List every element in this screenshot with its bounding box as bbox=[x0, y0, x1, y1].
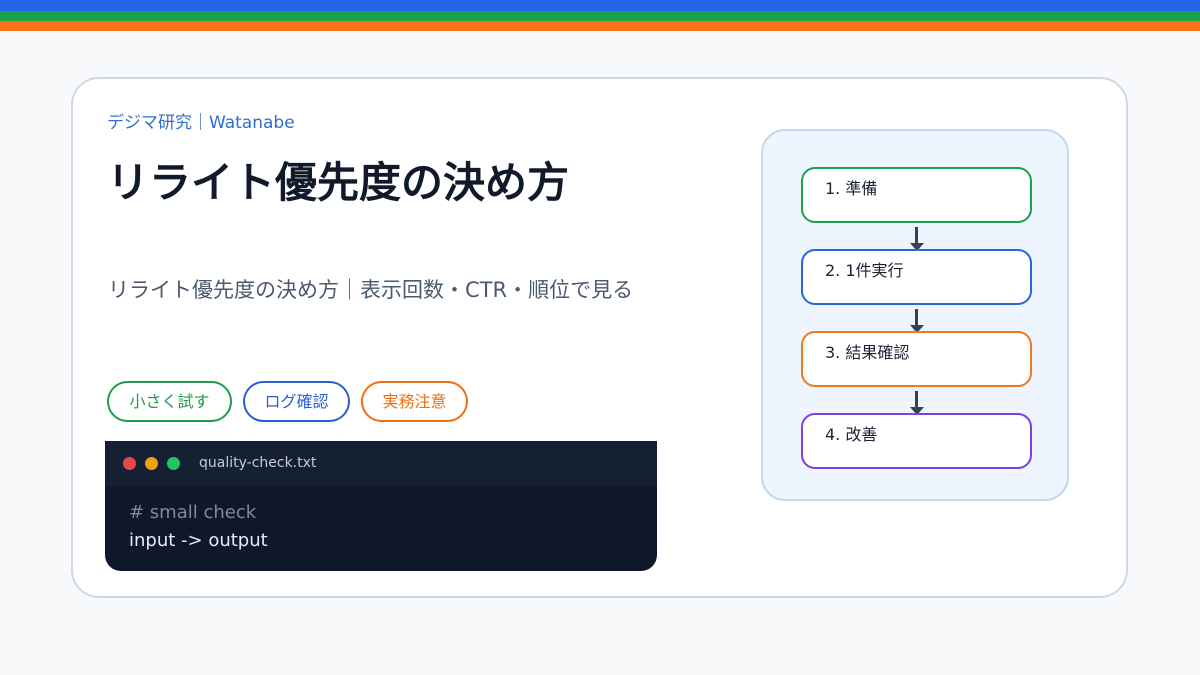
window-close-dot bbox=[123, 457, 136, 470]
code-line-comment: # small check bbox=[129, 502, 257, 523]
flow-step-prepare: 1. 準備 bbox=[801, 167, 1032, 223]
brand-label: デジマ研究｜Watanabe bbox=[107, 113, 295, 133]
page-subtitle: リライト優先度の決め方｜表示回数・CTR・順位で見る bbox=[108, 278, 634, 302]
tag-try-small: 小さく試す bbox=[107, 381, 232, 422]
window-maximize-dot bbox=[167, 457, 180, 470]
top-stripe-orange bbox=[0, 21, 1200, 31]
flow-step-run-one: 2. 1件実行 bbox=[801, 249, 1032, 305]
page-title: リライト優先度の決め方 bbox=[107, 158, 570, 207]
code-window-titlebar: quality-check.txt bbox=[105, 441, 657, 486]
slide-card: デジマ研究｜Watanabe リライト優先度の決め方 リライト優先度の決め方｜表… bbox=[71, 77, 1128, 598]
flow-step-label: 4. 改善 bbox=[825, 425, 878, 444]
flow-step-check-result: 3. 結果確認 bbox=[801, 331, 1032, 387]
flow-step-label: 2. 1件実行 bbox=[825, 261, 904, 280]
tag-check-log: ログ確認 bbox=[243, 381, 350, 422]
flow-step-label: 1. 準備 bbox=[825, 179, 878, 198]
code-filename: quality-check.txt bbox=[199, 455, 317, 471]
window-minimize-dot bbox=[145, 457, 158, 470]
flow-step-improve: 4. 改善 bbox=[801, 413, 1032, 469]
top-stripe-blue bbox=[0, 0, 1200, 11]
code-window: quality-check.txt # small check input ->… bbox=[105, 441, 657, 571]
tag-practical-caution: 実務注意 bbox=[361, 381, 468, 422]
flow-step-label: 3. 結果確認 bbox=[825, 343, 910, 362]
code-line-main: input -> output bbox=[129, 530, 268, 551]
top-stripe-green bbox=[0, 11, 1200, 21]
flow-diagram: 1. 準備 2. 1件実行 3. 結果確認 4. 改善 bbox=[761, 129, 1069, 501]
